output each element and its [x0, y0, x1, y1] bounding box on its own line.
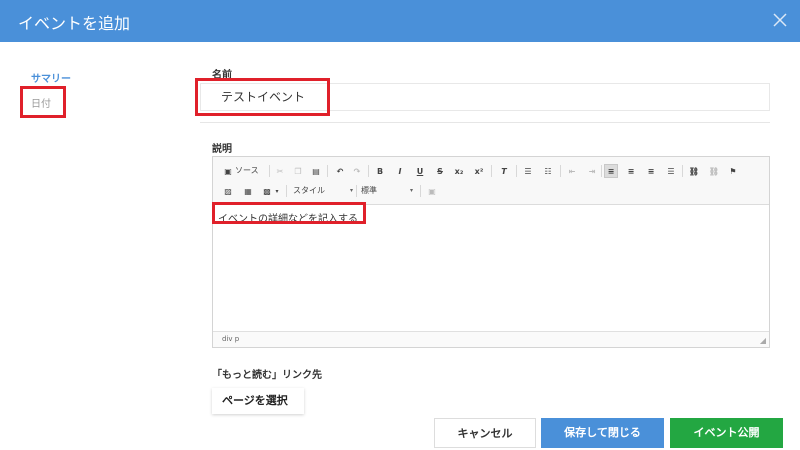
divider: [200, 122, 770, 123]
editor-status-bar: div p ◢: [213, 331, 769, 347]
paste-icon[interactable]: ▤: [309, 164, 323, 178]
toolbar-separator: [368, 165, 369, 177]
subscript-icon[interactable]: x₂: [452, 164, 466, 178]
cut-icon[interactable]: ✂: [273, 164, 287, 178]
toolbar-separator: [516, 165, 517, 177]
format-dropdown-label: 標準: [361, 186, 377, 195]
chevron-down-icon: ▾: [349, 187, 353, 194]
template-icon[interactable]: ▣: [425, 184, 439, 198]
strikethrough-icon[interactable]: S: [433, 164, 447, 178]
align-justify-icon[interactable]: ☰: [664, 164, 678, 178]
redo-icon[interactable]: ↷: [350, 164, 364, 178]
style-dropdown[interactable]: スタイル ▾: [293, 184, 353, 198]
chevron-down-icon[interactable]: ▾: [270, 184, 284, 198]
indent-icon[interactable]: ⇥: [585, 164, 599, 178]
toolbar-separator: [269, 165, 270, 177]
table-icon[interactable]: ▦: [241, 184, 255, 198]
align-center-icon[interactable]: ≡: [624, 164, 638, 178]
toolbar-separator: [420, 185, 421, 197]
image-icon[interactable]: ▨: [221, 184, 235, 198]
toolbar-separator: [682, 165, 683, 177]
underline-icon[interactable]: U: [413, 164, 427, 178]
toolbar-separator: [491, 165, 492, 177]
remove-format-icon[interactable]: T: [497, 164, 511, 178]
copy-icon[interactable]: ❐: [291, 164, 305, 178]
page-select-button[interactable]: ページを選択: [212, 388, 304, 414]
resize-grip-icon[interactable]: ◢: [760, 336, 766, 345]
toolbar-separator: [560, 165, 561, 177]
unlink-icon[interactable]: ⛓: [707, 164, 721, 178]
highlight-box-description: [212, 202, 366, 224]
close-icon[interactable]: [770, 10, 790, 30]
chevron-down-icon: ▾: [409, 187, 413, 194]
toolbar-separator: [356, 185, 357, 197]
toolbar-separator: [601, 165, 602, 177]
italic-icon[interactable]: I: [393, 164, 407, 178]
toolbar-separator: [327, 165, 328, 177]
dialog-title: イベントを追加: [18, 14, 131, 33]
style-dropdown-label: スタイル: [293, 186, 325, 195]
superscript-icon[interactable]: x²: [472, 164, 486, 178]
save-and-close-button[interactable]: 保存して閉じる: [541, 418, 664, 448]
toolbar-separator: [286, 185, 287, 197]
element-path[interactable]: div p: [222, 335, 239, 343]
align-left-icon[interactable]: ≡: [604, 164, 618, 178]
highlight-box-date: [20, 86, 66, 118]
undo-icon[interactable]: ↶: [333, 164, 347, 178]
bold-icon[interactable]: B: [373, 164, 387, 178]
cancel-button[interactable]: キャンセル: [434, 418, 536, 448]
format-dropdown[interactable]: 標準 ▾: [361, 184, 413, 198]
rich-text-editor: ▣ ソース ✂ ❐ ▤ ↶ ↷ B I U S x₂ x² T ☰ ☷ ⇤ ⇥ …: [212, 156, 770, 348]
anchor-flag-icon[interactable]: ⚑: [726, 164, 740, 178]
publish-event-button[interactable]: イベント公開: [670, 418, 783, 448]
sidebar-item-summary[interactable]: サマリー: [31, 70, 71, 85]
dialog-header: イベントを追加: [0, 0, 800, 42]
outdent-icon[interactable]: ⇤: [565, 164, 579, 178]
source-button[interactable]: ソース: [235, 164, 265, 178]
highlight-box-name: [195, 78, 330, 116]
editor-toolbar: ▣ ソース ✂ ❐ ▤ ↶ ↷ B I U S x₂ x² T ☰ ☷ ⇤ ⇥ …: [213, 157, 769, 205]
link-icon[interactable]: ⛓: [687, 164, 701, 178]
bulleted-list-icon[interactable]: ☷: [541, 164, 555, 178]
numbered-list-icon[interactable]: ☰: [521, 164, 535, 178]
source-icon[interactable]: ▣: [221, 164, 235, 178]
readmore-label: 「もっと読む」リンク先: [212, 370, 322, 381]
description-label: 説明: [212, 144, 232, 155]
align-right-icon[interactable]: ≡: [644, 164, 658, 178]
